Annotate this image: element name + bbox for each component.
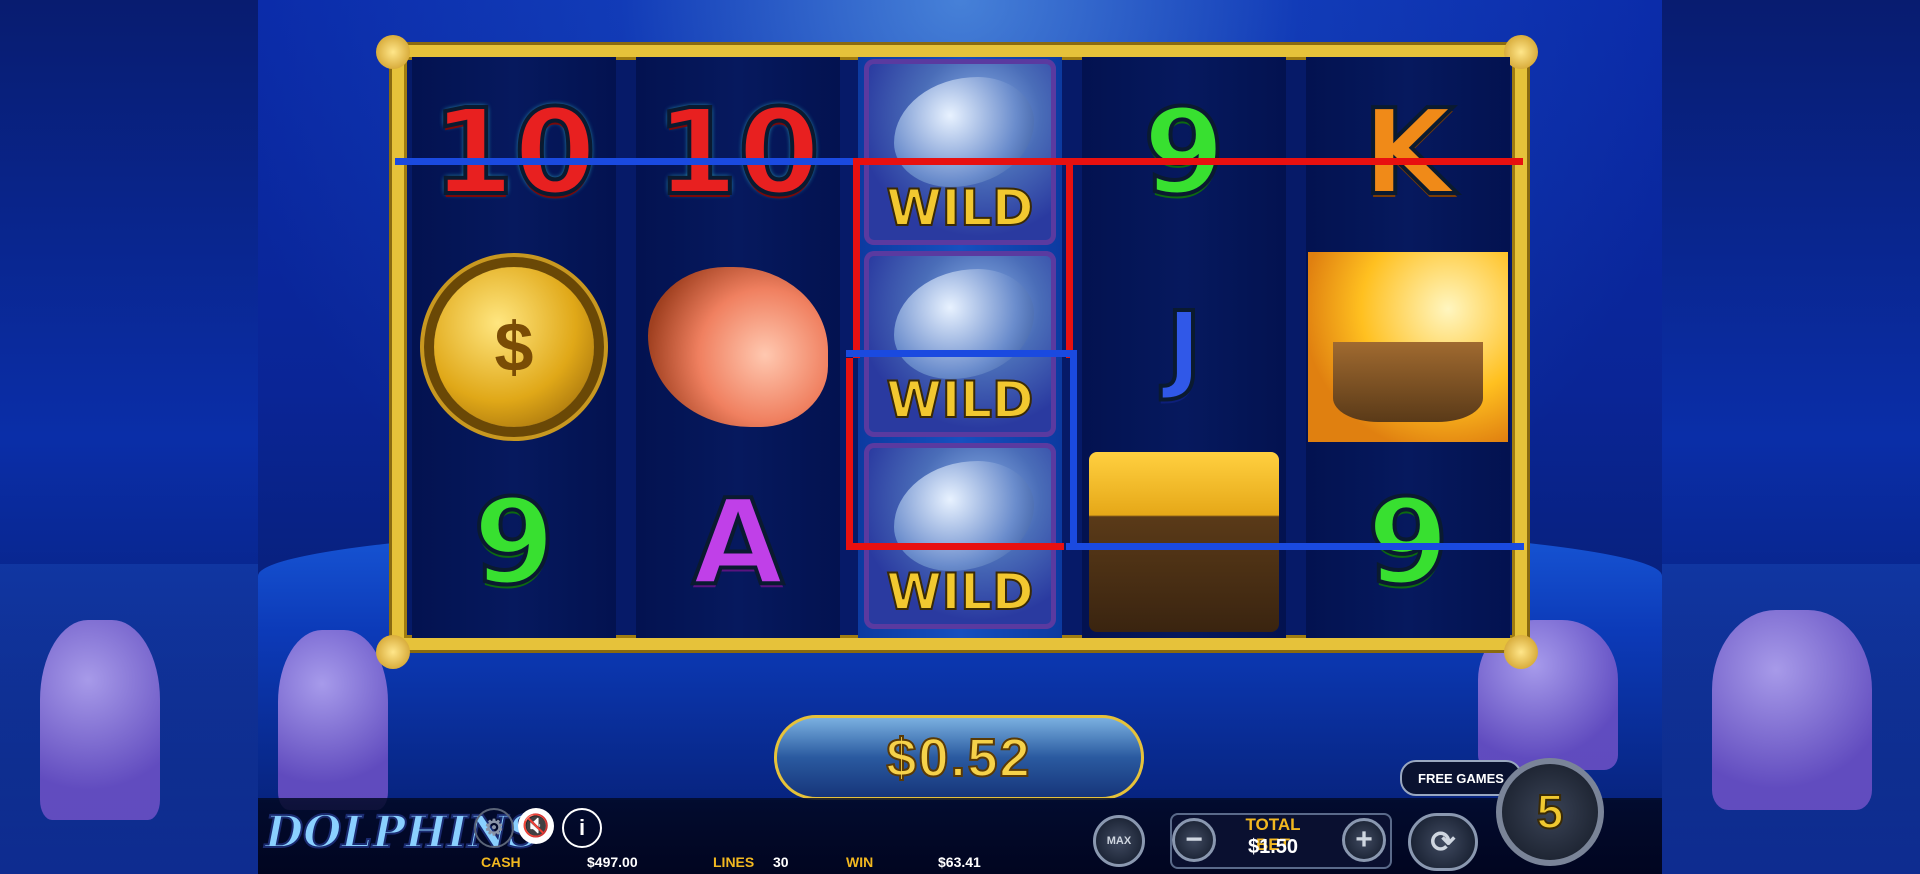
shell-ornament-icon	[376, 35, 410, 69]
shell-ornament-icon	[376, 635, 410, 669]
payline-blue-vertical	[1070, 350, 1077, 550]
right-side-panel	[1662, 0, 1920, 874]
wild-label: WILD	[885, 178, 1034, 238]
wild-symbol: WILD	[864, 251, 1056, 437]
reel-4: 9 J	[1082, 57, 1286, 638]
reel-cell	[1082, 447, 1286, 637]
symbol-nine: 9	[1141, 83, 1227, 221]
payline-red-vertical	[853, 158, 860, 358]
symbol-j: J	[1164, 291, 1204, 403]
wild-symbol: WILD	[864, 59, 1056, 245]
reel-cell: J	[1082, 252, 1286, 442]
reel-cell: 9	[1306, 447, 1510, 637]
dolphin-icon	[894, 269, 1034, 379]
treasure-chest-icon	[1089, 452, 1279, 632]
symbol-ten: 10	[430, 83, 598, 221]
coral-decoration	[278, 630, 388, 810]
payline-red-vertical	[846, 358, 853, 548]
reel-cell: 10	[412, 57, 616, 247]
autoplay-icon[interactable]: ⟳	[1408, 813, 1478, 871]
coral-decoration	[40, 620, 160, 820]
payline-red-bottom	[846, 543, 1064, 550]
spin-button[interactable]: 5	[1496, 758, 1604, 866]
symbol-k: K	[1360, 83, 1455, 221]
win-amount: $0.52	[885, 727, 1032, 789]
wild-symbol: WILD	[864, 443, 1056, 629]
cash-value: $497.00	[587, 854, 638, 870]
lines-label: LINES	[713, 854, 755, 870]
left-side-panel	[0, 0, 258, 874]
dolphin-icon	[894, 77, 1034, 187]
ship-icon	[1308, 252, 1508, 442]
reel-cell: $	[412, 252, 616, 442]
shell-ornament-icon	[1504, 635, 1538, 669]
reel-cell: 9	[1082, 57, 1286, 247]
reel-cell: A	[636, 447, 840, 637]
sound-muted-icon[interactable]: 🔇	[518, 808, 554, 844]
payline-red-top	[853, 158, 1523, 165]
settings-gear-icon[interactable]: ⚙	[474, 808, 514, 848]
cash-label: CASH	[481, 854, 521, 870]
info-icon[interactable]: i	[562, 808, 602, 848]
win-value: $63.41	[938, 854, 981, 870]
max-bet-button[interactable]: MAX	[1093, 815, 1145, 867]
reel-1: 10 $ 9	[412, 57, 616, 638]
wild-label: WILD	[885, 370, 1034, 430]
decrease-bet-button[interactable]: −	[1172, 818, 1216, 862]
symbol-nine: 9	[471, 473, 557, 611]
symbol-ten: 10	[654, 83, 822, 221]
reel-cell: K	[1306, 57, 1510, 247]
conch-shell-icon	[648, 267, 828, 427]
win-display: $0.52	[774, 715, 1144, 800]
reel-5: K 9	[1306, 57, 1510, 638]
symbol-nine: 9	[1365, 473, 1451, 611]
win-label: WIN	[846, 854, 874, 870]
dolphin-icon	[894, 461, 1034, 571]
reel-cell	[1306, 252, 1510, 442]
coral-decoration	[1712, 610, 1872, 810]
payline-blue-bottom	[1066, 543, 1524, 550]
ship-hull	[1333, 342, 1483, 422]
payline-blue-top	[395, 158, 853, 165]
reel-2: 10 A	[636, 57, 840, 638]
lines-value: 30	[773, 854, 789, 870]
reel-cell	[636, 252, 840, 442]
increase-bet-button[interactable]: +	[1342, 818, 1386, 862]
wild-label: WILD	[885, 562, 1034, 622]
reel-cell: 10	[636, 57, 840, 247]
reel-cell: 9	[412, 447, 616, 637]
coin-icon: $	[434, 267, 594, 427]
total-bet-value: $1.50	[1247, 836, 1299, 858]
reel-3: WILD WILD WILD	[858, 57, 1062, 638]
symbol-a: A	[690, 473, 785, 611]
payline-blue-middle	[846, 350, 1076, 357]
payline-red-vertical	[1066, 158, 1073, 358]
